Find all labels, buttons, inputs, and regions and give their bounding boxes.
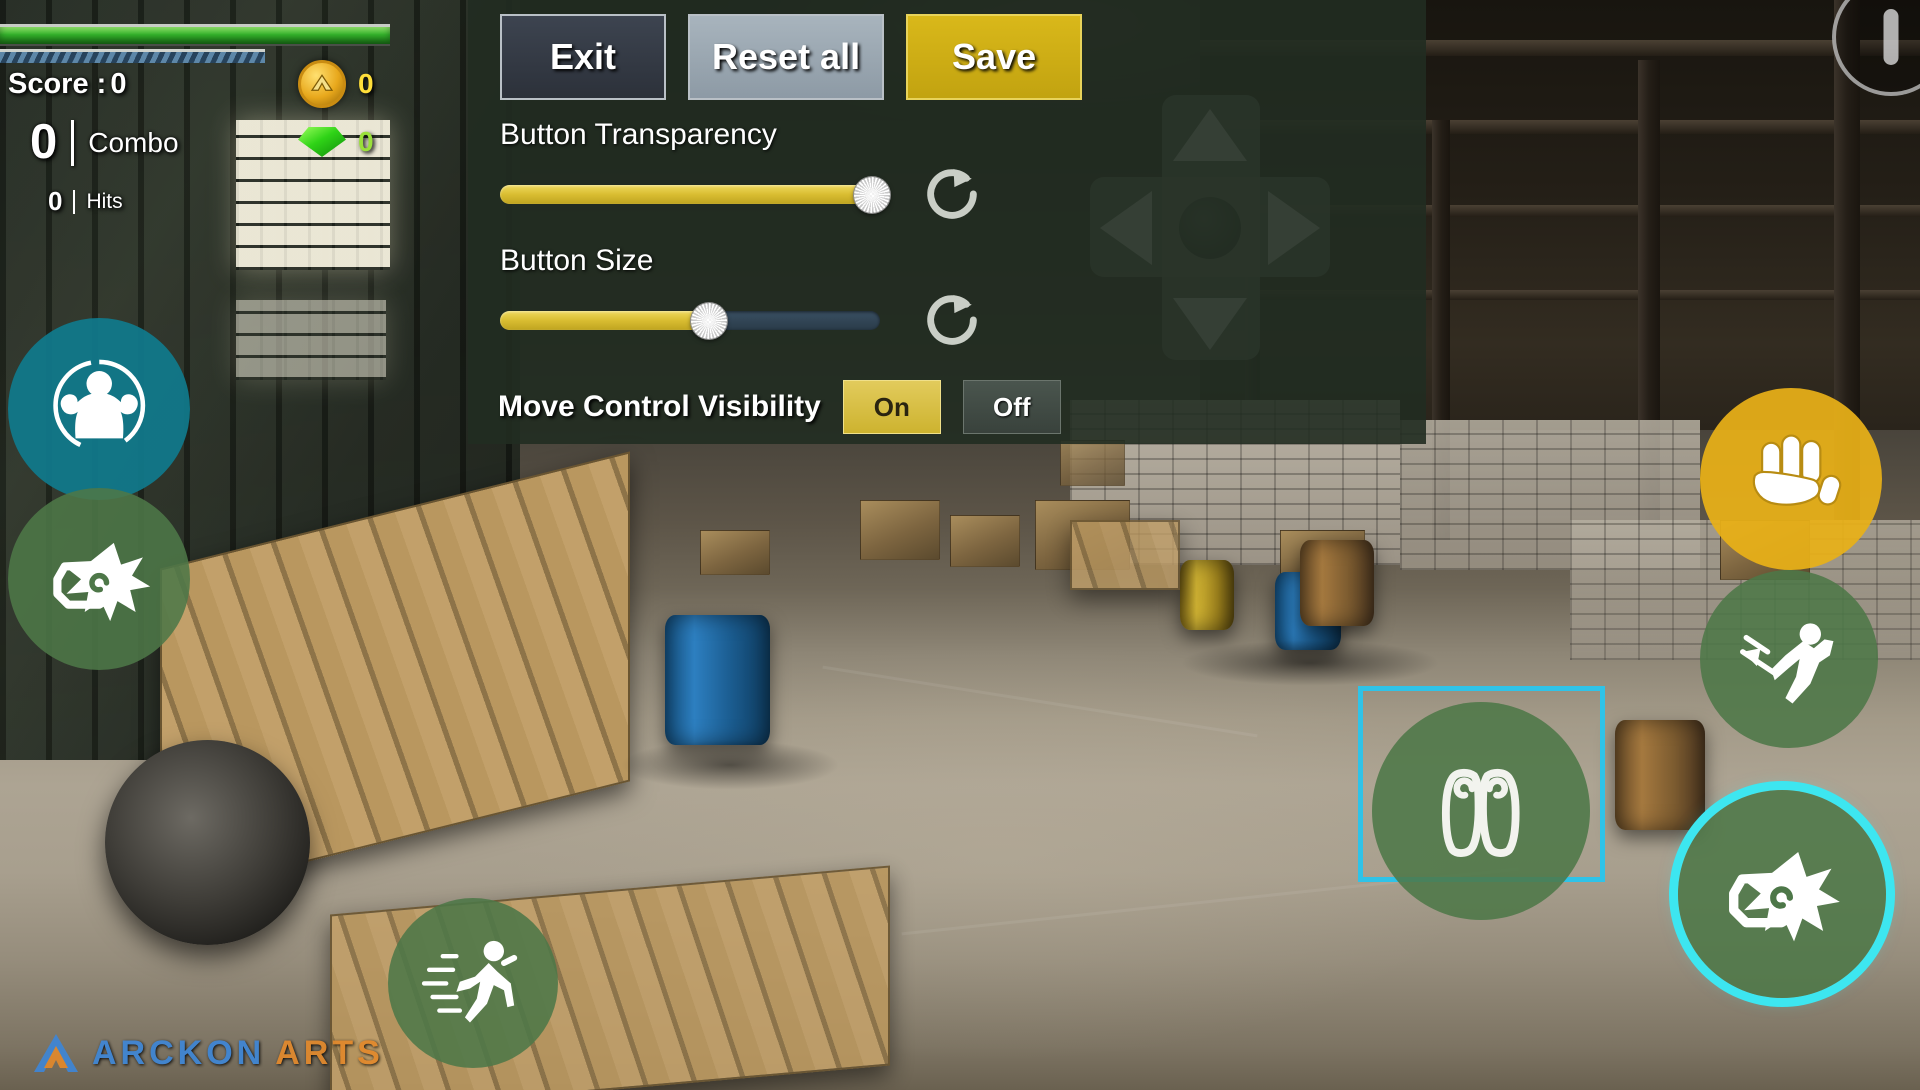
floor-line [822,665,1258,738]
window [236,300,386,380]
visibility-on-button[interactable]: On [842,380,941,434]
health-bar [0,24,390,46]
combo-label: Combo [88,126,179,158]
punch-right-button[interactable] [1678,790,1886,998]
crate [860,500,940,560]
wood-pallet [1070,520,1180,590]
button-transparency-row [468,162,1426,226]
move-control-visibility-label: Move Control Visibility [498,390,821,423]
slider-thumb[interactable] [854,177,891,213]
gem-counter: 0 [298,126,374,158]
button-transparency-slider[interactable] [500,177,891,213]
score-display: Score :0 [8,68,126,101]
running-man-icon [421,940,517,1023]
control-settings-panel: Exit Reset all Save Button Transparency … [468,0,1426,444]
tyre [105,740,310,945]
combo-value: 0 [30,115,58,169]
gem-count: 0 [358,126,374,157]
tan-barrel [1615,720,1705,830]
punch-impact-icon [1729,852,1841,942]
studio-logo: ARCKON ARTS [30,1030,384,1076]
flexing-muscles-icon [53,359,145,452]
combo-divider [71,119,75,166]
reset-icon[interactable] [920,162,984,226]
reset-icon[interactable] [920,288,984,352]
hits-display: 0 Hits [48,186,123,217]
crate [700,530,770,575]
slider-fill [500,311,709,330]
save-button[interactable]: Save [906,14,1083,100]
crate [1060,440,1125,486]
hits-label: Hits [86,189,123,213]
pause-icon [1883,9,1899,65]
visibility-off-button[interactable]: Off [962,380,1061,434]
diving-attack-icon [1740,623,1834,704]
arckon-logo-mark [34,1034,78,1072]
block-button[interactable] [1372,702,1590,920]
button-size-row [468,288,1426,352]
punch-left-button[interactable] [8,488,190,670]
slider-fill [500,185,873,204]
grab-button[interactable] [1700,388,1882,570]
coin-icon [298,60,346,108]
score-label: Score : [8,68,107,100]
hits-value: 0 [48,186,63,216]
button-transparency-label: Button Transparency [500,118,777,151]
gem-icon [298,127,346,157]
tan-barrel [1300,540,1374,626]
logo-word-arckon: ARCKON [92,1033,266,1072]
reset-all-button[interactable]: Reset all [688,14,885,100]
slider-thumb[interactable] [691,303,727,339]
blue-barrel [665,615,770,745]
ground-shadow [1180,640,1440,686]
hits-divider [73,189,76,214]
coin-counter: 0 [298,60,374,108]
logo-word-arts: ARTS [275,1033,384,1072]
open-fist-grab-icon [1752,434,1842,506]
yellow-barrel [1180,560,1234,630]
dive-kick-button[interactable] [1700,570,1878,748]
crate [950,515,1020,567]
score-value: 0 [110,68,127,100]
coin-count: 0 [358,68,374,99]
ground-shadow [620,740,840,790]
button-size-slider[interactable] [500,303,880,339]
combo-display: 0 Combo [30,118,179,167]
punch-impact-icon [53,542,150,621]
stamina-bar [0,49,266,63]
button-size-label: Button Size [500,244,654,277]
exit-button[interactable]: Exit [500,14,666,100]
run-button[interactable] [388,898,558,1068]
move-control-visibility-row: Move Control Visibility On Off [468,380,1426,434]
two-fists-block-icon [1442,769,1520,858]
power-flex-button[interactable] [8,318,190,500]
panel-action-buttons: Exit Reset all Save [468,14,1426,100]
